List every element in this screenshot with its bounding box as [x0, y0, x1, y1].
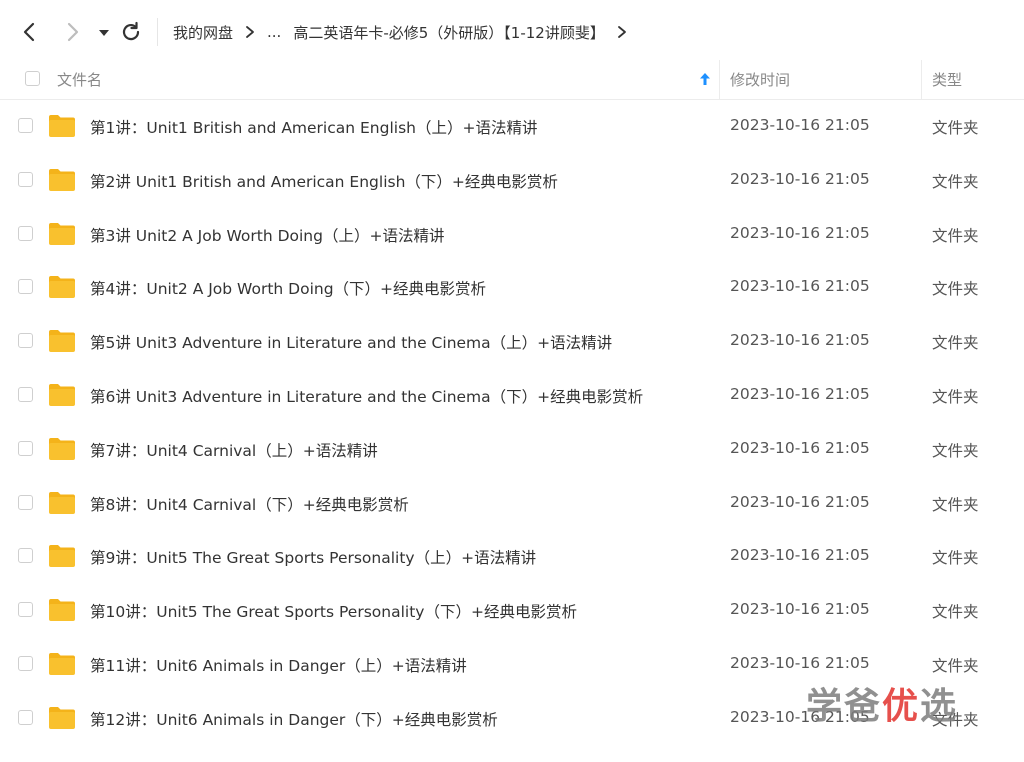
toolbar: 我的网盘 ... 高二英语年卡-必修5（外研版）【1-12讲顾斐】	[0, 0, 1024, 62]
file-modified-time: 2023-10-16 21:05	[730, 223, 870, 242]
row-checkbox[interactable]	[18, 602, 33, 618]
breadcrumb-chevron-icon[interactable]	[617, 25, 627, 39]
file-modified-time: 2023-10-16 21:05	[730, 277, 870, 296]
row-checkbox[interactable]	[18, 709, 33, 725]
file-modified-time: 2023-10-16 21:05	[730, 384, 870, 403]
file-name[interactable]: 第9讲：Unit5 The Great Sports Personality（上…	[90, 546, 536, 568]
file-row[interactable]: 第4讲：Unit2 A Job Worth Doing（下）+经典电影赏析 202…	[0, 261, 1024, 315]
file-modified-time: 2023-10-16 21:05	[730, 653, 870, 672]
column-divider[interactable]	[719, 60, 720, 99]
row-checkbox[interactable]	[18, 225, 33, 241]
caret-down-icon	[99, 30, 109, 36]
breadcrumb-current: 高二英语年卡-必修5（外研版）【1-12讲顾斐】	[293, 23, 605, 42]
arrow-up-icon[interactable]	[699, 72, 711, 90]
file-type: 文件夹	[932, 710, 979, 729]
folder-icon	[48, 114, 76, 138]
file-type: 文件夹	[932, 603, 979, 622]
file-modified-time: 2023-10-16 21:05	[730, 492, 870, 511]
folder-icon	[48, 383, 76, 407]
row-checkbox[interactable]	[18, 279, 33, 295]
file-type: 文件夹	[932, 387, 979, 406]
row-checkbox[interactable]	[18, 655, 33, 671]
file-row[interactable]: 第11讲：Unit6 Animals in Danger（上）+语法精讲 2023…	[0, 638, 1024, 692]
file-name[interactable]: 第11讲：Unit6 Animals in Danger（上）+语法精讲	[90, 654, 467, 676]
file-modified-time: 2023-10-16 21:05	[730, 707, 870, 726]
row-checkbox[interactable]	[18, 171, 33, 187]
file-type: 文件夹	[932, 441, 979, 460]
select-all-checkbox[interactable]	[25, 71, 40, 86]
file-row[interactable]: 第5讲 Unit3 Adventure in Literature and th…	[0, 315, 1024, 369]
folder-icon	[48, 598, 76, 622]
file-type: 文件夹	[932, 226, 979, 245]
folder-icon	[48, 275, 76, 299]
file-name[interactable]: 第5讲 Unit3 Adventure in Literature and th…	[90, 331, 612, 353]
file-name[interactable]: 第4讲：Unit2 A Job Worth Doing（下）+经典电影赏析	[90, 277, 486, 299]
breadcrumb-ellipsis[interactable]: ...	[267, 23, 281, 41]
chevron-left-icon	[23, 22, 35, 42]
header-type[interactable]: 类型	[932, 69, 962, 90]
file-row[interactable]: 第1讲：Unit1 British and American English（上…	[0, 100, 1024, 154]
file-list: 第1讲：Unit1 British and American English（上…	[0, 100, 1024, 746]
file-name[interactable]: 第2讲 Unit1 British and American English（下…	[90, 170, 558, 192]
header-name[interactable]: 文件名	[57, 69, 102, 90]
file-type: 文件夹	[932, 495, 979, 514]
file-row[interactable]: 第2讲 Unit1 British and American English（下…	[0, 154, 1024, 208]
refresh-icon	[122, 21, 140, 41]
file-row[interactable]: 第9讲：Unit5 The Great Sports Personality（上…	[0, 530, 1024, 584]
file-row[interactable]: 第8讲：Unit4 Carnival（下）+经典电影赏析 2023-10-16 2…	[0, 477, 1024, 531]
file-name[interactable]: 第12讲：Unit6 Animals in Danger（下）+经典电影赏析	[90, 708, 498, 730]
file-modified-time: 2023-10-16 21:05	[730, 331, 870, 350]
file-name[interactable]: 第3讲 Unit2 A Job Worth Doing（上）+语法精讲	[90, 224, 444, 246]
file-row[interactable]: 第10讲：Unit5 The Great Sports Personality（…	[0, 584, 1024, 638]
file-type: 文件夹	[932, 656, 979, 675]
row-checkbox[interactable]	[18, 548, 33, 564]
row-checkbox[interactable]	[18, 386, 33, 402]
row-checkbox[interactable]	[18, 118, 33, 133]
file-modified-time: 2023-10-16 21:05	[730, 546, 870, 565]
breadcrumb-root[interactable]: 我的网盘	[173, 22, 233, 43]
toolbar-divider	[157, 18, 158, 46]
breadcrumb: 我的网盘 ... 高二英语年卡-必修5（外研版）【1-12讲顾斐】	[173, 19, 627, 45]
file-type: 文件夹	[932, 119, 979, 137]
file-name[interactable]: 第8讲：Unit4 Carnival（下）+经典电影赏析	[90, 493, 409, 515]
file-list-header: 文件名 修改时间 类型	[0, 60, 1024, 100]
folder-icon	[48, 329, 76, 353]
file-row[interactable]: 第3讲 Unit2 A Job Worth Doing（上）+语法精讲 2023-…	[0, 208, 1024, 262]
file-type: 文件夹	[932, 549, 979, 568]
column-divider[interactable]	[921, 60, 922, 99]
folder-icon	[48, 168, 76, 192]
file-name[interactable]: 第10讲：Unit5 The Great Sports Personality（…	[90, 600, 577, 622]
folder-icon	[48, 437, 76, 461]
forward-button[interactable]	[60, 20, 84, 44]
refresh-button[interactable]	[119, 20, 143, 44]
folder-icon	[48, 706, 76, 730]
file-name[interactable]: 第1讲：Unit1 British and American English（上…	[90, 116, 537, 138]
back-button[interactable]	[18, 20, 42, 44]
chevron-right-icon	[67, 22, 79, 42]
file-modified-time: 2023-10-16 21:05	[730, 169, 870, 188]
file-modified-time: 2023-10-16 21:05	[730, 438, 870, 457]
folder-icon	[48, 491, 76, 515]
file-modified-time: 2023-10-16 21:05	[730, 600, 870, 619]
file-row[interactable]: 第6讲 Unit3 Adventure in Literature and th…	[0, 369, 1024, 423]
folder-icon	[48, 652, 76, 676]
file-type: 文件夹	[932, 334, 979, 353]
file-type: 文件夹	[932, 280, 979, 299]
file-row[interactable]: 第7讲：Unit4 Carnival（上）+语法精讲 2023-10-16 21:…	[0, 423, 1024, 477]
folder-icon	[48, 544, 76, 568]
row-checkbox[interactable]	[18, 333, 33, 349]
breadcrumb-separator-icon	[245, 25, 255, 39]
row-checkbox[interactable]	[18, 494, 33, 510]
file-modified-time: 2023-10-16 21:05	[730, 116, 870, 134]
header-modified[interactable]: 修改时间	[730, 69, 790, 90]
folder-icon	[48, 222, 76, 246]
file-name[interactable]: 第7讲：Unit4 Carnival（上）+语法精讲	[90, 439, 378, 461]
row-checkbox[interactable]	[18, 440, 33, 456]
file-row[interactable]: 第12讲：Unit6 Animals in Danger（下）+经典电影赏析 20…	[0, 692, 1024, 746]
file-name[interactable]: 第6讲 Unit3 Adventure in Literature and th…	[90, 385, 643, 407]
history-dropdown-button[interactable]	[92, 20, 116, 44]
file-type: 文件夹	[932, 172, 979, 191]
